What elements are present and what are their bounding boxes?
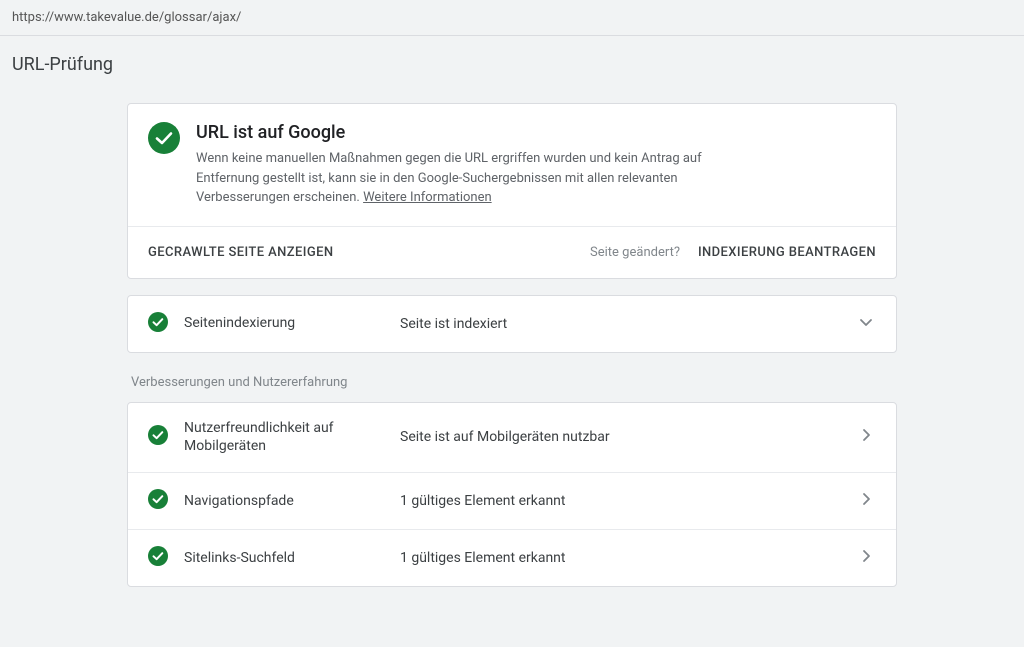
enhancement-label: Nutzerfreundlichkeit auf Mobilgeräten bbox=[184, 419, 384, 457]
enhancements-heading: Verbesserungen und Nutzererfahrung bbox=[131, 375, 897, 390]
chevron-right-icon bbox=[856, 489, 876, 513]
url-bar: https://www.takevalue.de/glossar/ajax/ bbox=[0, 0, 1024, 35]
status-card: URL ist auf Google Wenn keine manuellen … bbox=[127, 103, 897, 279]
check-circle-icon bbox=[148, 546, 168, 570]
request-indexing-button[interactable]: INDEXIERUNG BEANTRAGEN bbox=[698, 245, 876, 260]
page-title: URL-Prüfung bbox=[0, 36, 1024, 75]
page-changed-hint: Seite geändert? bbox=[590, 245, 680, 260]
indexing-row[interactable]: Seitenindexierung Seite ist indexiert bbox=[128, 296, 896, 352]
indexing-value: Seite ist indexiert bbox=[400, 316, 840, 332]
enhancement-row-mobile-usability[interactable]: Nutzerfreundlichkeit auf Mobilgeräten Se… bbox=[128, 403, 896, 473]
chevron-right-icon bbox=[856, 546, 876, 570]
enhancement-value: Seite ist auf Mobilgeräten nutzbar bbox=[400, 429, 840, 445]
enhancement-value: 1 gültiges Element erkannt bbox=[400, 550, 840, 566]
more-info-link[interactable]: Weitere Informationen bbox=[363, 190, 492, 205]
check-circle-icon bbox=[148, 312, 168, 336]
chevron-right-icon bbox=[856, 425, 876, 449]
check-circle-icon bbox=[148, 489, 168, 513]
indexing-card: Seitenindexierung Seite ist indexiert bbox=[127, 295, 897, 353]
enhancement-label: Sitelinks-Suchfeld bbox=[184, 549, 384, 568]
enhancement-row-sitelinks-searchbox[interactable]: Sitelinks-Suchfeld 1 gültiges Element er… bbox=[128, 529, 896, 586]
check-circle-icon bbox=[148, 122, 180, 158]
enhancement-row-breadcrumbs[interactable]: Navigationspfade 1 gültiges Element erka… bbox=[128, 472, 896, 529]
main-content: URL ist auf Google Wenn keine manuellen … bbox=[127, 103, 897, 587]
status-title: URL ist auf Google bbox=[196, 122, 876, 143]
status-description: Wenn keine manuellen Maßnahmen gegen die… bbox=[196, 149, 716, 208]
enhancement-label: Navigationspfade bbox=[184, 492, 384, 511]
enhancements-group: Nutzerfreundlichkeit auf Mobilgeräten Se… bbox=[127, 402, 897, 588]
indexing-label: Seitenindexierung bbox=[184, 314, 384, 333]
status-header: URL ist auf Google Wenn keine manuellen … bbox=[128, 104, 896, 226]
action-row: GECRAWLTE SEITE ANZEIGEN Seite geändert?… bbox=[128, 227, 896, 278]
chevron-down-icon bbox=[856, 312, 876, 336]
view-crawled-page-button[interactable]: GECRAWLTE SEITE ANZEIGEN bbox=[148, 245, 333, 260]
check-circle-icon bbox=[148, 425, 168, 449]
enhancement-value: 1 gültiges Element erkannt bbox=[400, 493, 840, 509]
